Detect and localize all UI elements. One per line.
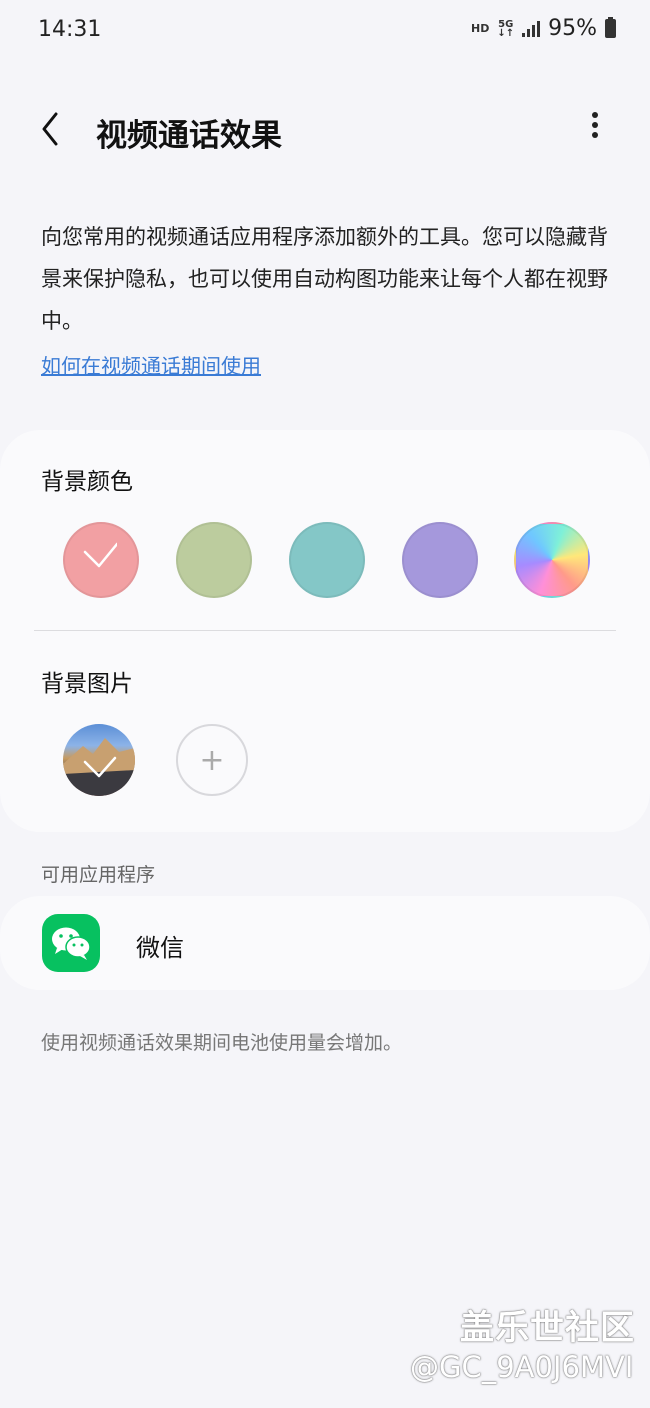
app-name-wechat: 微信 [136,934,184,962]
color-swatch-pink[interactable] [63,522,139,598]
status-indicators: HD 5G ↓↑ 95% [471,16,616,41]
howto-link[interactable]: 如何在视频通话期间使用 [41,350,261,379]
watermark-user: @GC_9A0J6MVI [410,1350,634,1384]
background-image-thumbnail[interactable] [63,724,135,796]
status-time: 14:31 [38,17,102,42]
color-swatch-gradient[interactable] [514,522,590,598]
battery-icon [605,17,616,38]
more-vert-icon [592,112,598,118]
available-apps-heading: 可用应用程序 [41,864,156,886]
color-swatch-teal[interactable] [289,522,365,598]
add-image-button[interactable]: + [176,724,248,796]
signal-icon [522,20,541,37]
color-swatch-green[interactable] [176,522,252,598]
hd-indicator: HD [470,22,490,35]
check-icon [83,542,117,568]
network-5g-icon: 5G ↓↑ [497,18,515,39]
more-options-button[interactable] [580,108,610,148]
color-swatch-purple[interactable] [402,522,478,598]
background-color-title: 背景颜色 [41,469,133,495]
battery-percent: 95% [548,16,597,41]
battery-usage-note: 使用视频通话效果期间电池使用量会增加。 [41,1032,403,1054]
app-header: 视频通话效果 [0,96,650,166]
back-button[interactable] [34,106,74,152]
chevron-left-icon [42,112,58,146]
status-bar: 14:31 HD 5G ↓↑ 95% [0,0,650,60]
app-item-wechat[interactable]: 微信 [0,896,650,990]
page-title: 视频通话效果 [96,118,282,154]
mountain-landscape-image [63,738,135,796]
network-label: 5G [498,18,514,30]
section-divider [34,630,616,631]
page-description: 向您常用的视频通话应用程序添加额外的工具。您可以隐藏背景来保护隐私，也可以使用自… [41,225,608,333]
plus-icon: + [199,742,225,778]
watermark-community: 盖乐世社区 [460,1308,635,1348]
wechat-icon [42,914,100,972]
background-image-title: 背景图片 [41,671,133,697]
